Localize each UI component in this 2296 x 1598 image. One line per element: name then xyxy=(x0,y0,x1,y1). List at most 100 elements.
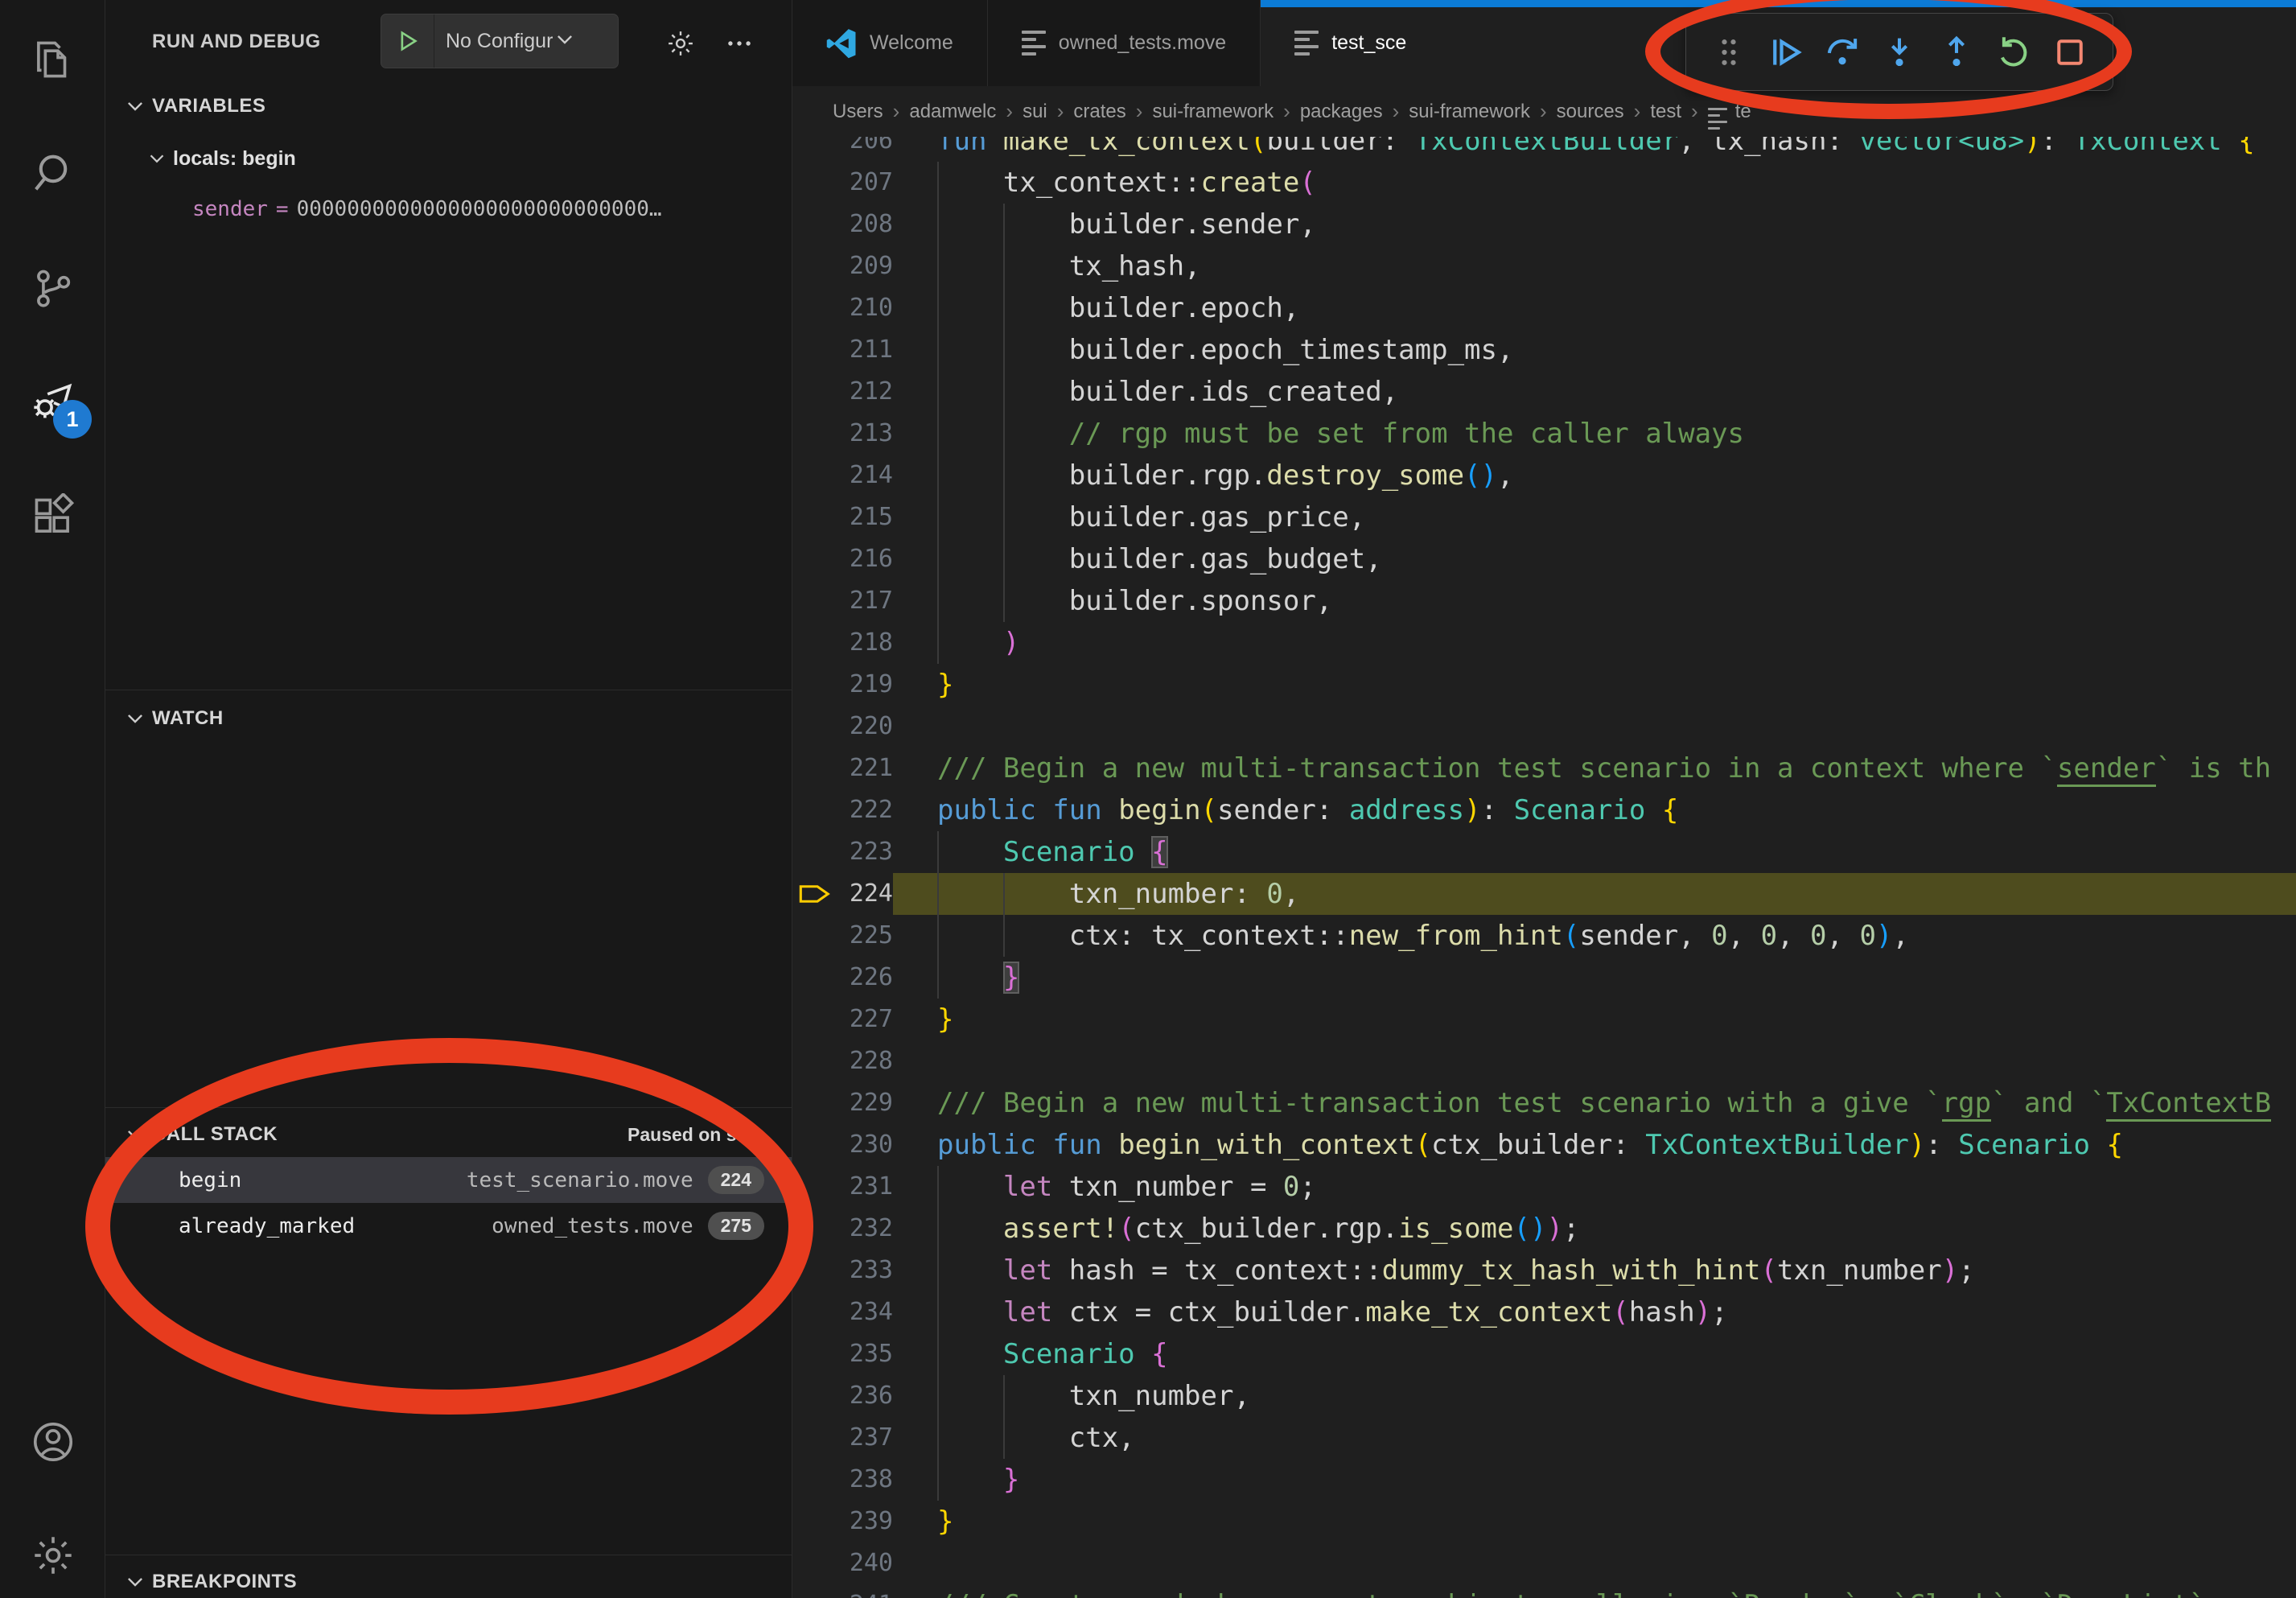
line-number[interactable]: 224 xyxy=(841,873,893,915)
code-line-238[interactable]: 238 } xyxy=(792,1459,2296,1501)
start-debug-icon[interactable] xyxy=(381,14,434,68)
line-number[interactable]: 235 xyxy=(841,1333,893,1375)
variables-section-header[interactable]: VARIABLES xyxy=(105,84,792,129)
code-line-219[interactable]: 219} xyxy=(792,664,2296,706)
code-editor[interactable]: 206fun make_tx_context(builder: TxContex… xyxy=(792,120,2296,1598)
breadcrumb-item[interactable]: sources xyxy=(1557,101,1624,123)
breadcrumb-item[interactable]: crates xyxy=(1073,101,1125,123)
line-number[interactable]: 238 xyxy=(841,1459,893,1501)
line-number[interactable]: 225 xyxy=(841,915,893,957)
tab-welcome[interactable]: Welcome xyxy=(792,0,988,86)
breadcrumb-item[interactable]: test xyxy=(1650,101,1681,123)
code-line-211[interactable]: 211 builder.epoch_timestamp_ms, xyxy=(792,329,2296,371)
line-number[interactable]: 220 xyxy=(841,706,893,748)
code-line-224[interactable]: 224 txn_number: 0, xyxy=(792,873,2296,915)
activity-item-extensions[interactable] xyxy=(0,461,105,575)
code-line-209[interactable]: 209 tx_hash, xyxy=(792,245,2296,287)
line-number[interactable]: 212 xyxy=(841,371,893,413)
code-line-214[interactable]: 214 builder.rgp.destroy_some(), xyxy=(792,455,2296,496)
continue-icon[interactable] xyxy=(1763,30,1808,75)
code-line-213[interactable]: 213 // rgp must be set from the caller a… xyxy=(792,413,2296,455)
step-out-icon[interactable] xyxy=(1934,30,1979,75)
line-number[interactable]: 229 xyxy=(841,1082,893,1124)
line-number[interactable]: 216 xyxy=(841,538,893,580)
line-number[interactable]: 237 xyxy=(841,1417,893,1459)
line-number[interactable]: 217 xyxy=(841,580,893,622)
line-number[interactable]: 213 xyxy=(841,413,893,455)
code-line-240[interactable]: 240 xyxy=(792,1542,2296,1584)
code-line-227[interactable]: 227} xyxy=(792,999,2296,1040)
line-number[interactable]: 219 xyxy=(841,664,893,706)
line-number[interactable]: 226 xyxy=(841,957,893,999)
activity-item-source-control[interactable] xyxy=(0,233,105,347)
line-number[interactable]: 208 xyxy=(841,204,893,245)
line-number[interactable]: 241 xyxy=(841,1584,893,1598)
line-number[interactable]: 227 xyxy=(841,999,893,1040)
more-actions-icon[interactable] xyxy=(722,26,757,61)
line-number[interactable]: 215 xyxy=(841,496,893,538)
code-line-226[interactable]: 226 } xyxy=(792,957,2296,999)
line-number[interactable]: 228 xyxy=(841,1040,893,1082)
code-line-232[interactable]: 232 assert!(ctx_builder.rgp.is_some()); xyxy=(792,1208,2296,1250)
code-line-220[interactable]: 220 xyxy=(792,706,2296,748)
code-line-208[interactable]: 208 builder.sender, xyxy=(792,204,2296,245)
debug-config-dropdown[interactable]: No Configur xyxy=(381,14,619,68)
line-number[interactable]: 214 xyxy=(841,455,893,496)
code-line-231[interactable]: 231 let txn_number = 0; xyxy=(792,1166,2296,1208)
call-stack-frame-begin[interactable]: begintest_scenario.move224 xyxy=(105,1157,792,1203)
code-line-237[interactable]: 237 ctx, xyxy=(792,1417,2296,1459)
line-number[interactable]: 209 xyxy=(841,245,893,287)
code-line-221[interactable]: 221/// Begin a new multi-transaction tes… xyxy=(792,748,2296,789)
line-number[interactable]: 223 xyxy=(841,831,893,873)
breadcrumb-item[interactable]: packages xyxy=(1300,101,1383,123)
line-number[interactable]: 222 xyxy=(841,789,893,831)
code-line-233[interactable]: 233 let hash = tx_context::dummy_tx_hash… xyxy=(792,1250,2296,1291)
breadcrumb-item[interactable]: sui xyxy=(1023,101,1047,123)
line-number[interactable]: 240 xyxy=(841,1542,893,1584)
code-line-235[interactable]: 235 Scenario { xyxy=(792,1333,2296,1375)
restart-icon[interactable] xyxy=(1991,30,2036,75)
code-line-234[interactable]: 234 let ctx = ctx_builder.make_tx_contex… xyxy=(792,1291,2296,1333)
code-line-212[interactable]: 212 builder.ids_created, xyxy=(792,371,2296,413)
line-number[interactable]: 218 xyxy=(841,622,893,664)
line-number[interactable]: 211 xyxy=(841,329,893,371)
call-stack-frame-already_marked[interactable]: already_markedowned_tests.move275 xyxy=(105,1203,792,1249)
debug-settings-gear-icon[interactable] xyxy=(663,26,698,61)
line-number[interactable]: 207 xyxy=(841,162,893,204)
variable-row-sender[interactable]: sender = 0000000000000000000000000000… xyxy=(105,185,792,233)
breadcrumb-item[interactable]: sui-framework xyxy=(1152,101,1273,123)
activity-item-settings[interactable] xyxy=(0,1500,105,1598)
code-line-207[interactable]: 207 tx_context::create( xyxy=(792,162,2296,204)
breadcrumb-item[interactable]: sui-framework xyxy=(1409,101,1530,123)
step-into-icon[interactable] xyxy=(1877,30,1922,75)
line-number[interactable]: 232 xyxy=(841,1208,893,1250)
line-number[interactable]: 221 xyxy=(841,748,893,789)
code-line-228[interactable]: 228 xyxy=(792,1040,2296,1082)
activity-item-accounts[interactable] xyxy=(0,1386,105,1501)
code-line-210[interactable]: 210 builder.epoch, xyxy=(792,287,2296,329)
stop-icon[interactable] xyxy=(2047,30,2092,75)
code-line-230[interactable]: 230public fun begin_with_context(ctx_bui… xyxy=(792,1124,2296,1166)
code-line-236[interactable]: 236 txn_number, xyxy=(792,1375,2296,1417)
line-number[interactable]: 230 xyxy=(841,1124,893,1166)
line-number[interactable]: 239 xyxy=(841,1501,893,1542)
code-line-216[interactable]: 216 builder.gas_budget, xyxy=(792,538,2296,580)
line-number[interactable]: 236 xyxy=(841,1375,893,1417)
watch-section-header[interactable]: WATCH xyxy=(105,696,792,741)
activity-item-explorer[interactable] xyxy=(0,4,105,118)
code-line-241[interactable]: 241/// Creates and shares system objects… xyxy=(792,1584,2296,1598)
step-over-icon[interactable] xyxy=(1820,30,1865,75)
code-line-225[interactable]: 225 ctx: tx_context::new_from_hint(sende… xyxy=(792,915,2296,957)
line-number[interactable]: 233 xyxy=(841,1250,893,1291)
breadcrumb-item[interactable]: adamwelc xyxy=(909,101,996,123)
variables-scope-row[interactable]: locals: begin xyxy=(105,134,792,183)
code-line-218[interactable]: 218 ) xyxy=(792,622,2296,664)
code-line-239[interactable]: 239} xyxy=(792,1501,2296,1542)
code-line-229[interactable]: 229/// Begin a new multi-transaction tes… xyxy=(792,1082,2296,1124)
code-line-217[interactable]: 217 builder.sponsor, xyxy=(792,580,2296,622)
breakpoints-section-header[interactable]: BREAKPOINTS xyxy=(105,1559,792,1598)
code-line-223[interactable]: 223 Scenario { xyxy=(792,831,2296,873)
line-number[interactable]: 210 xyxy=(841,287,893,329)
activity-item-run-and-debug[interactable]: 1 xyxy=(0,347,105,461)
activity-item-search[interactable] xyxy=(0,118,105,233)
